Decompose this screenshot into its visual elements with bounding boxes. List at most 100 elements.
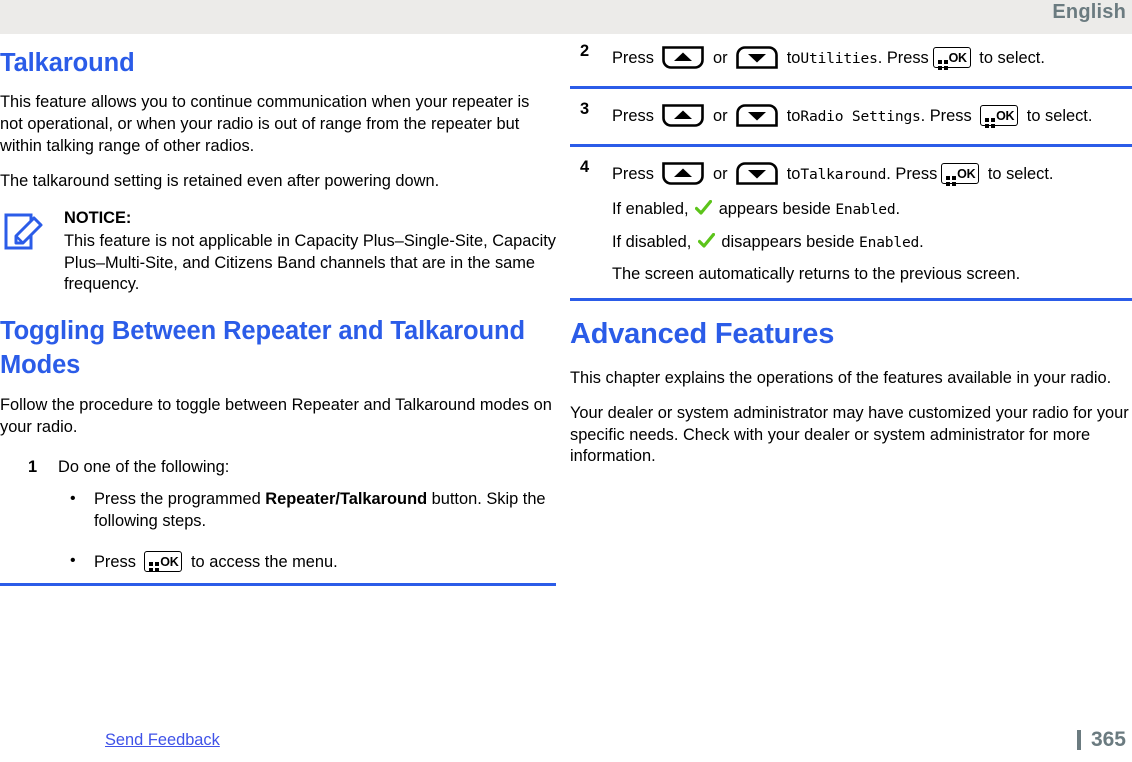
header-language-label: English xyxy=(1052,1,1126,23)
ok-key-icon: OK xyxy=(144,550,183,572)
toggling-intro-paragraph: Follow the procedure to toggle between R… xyxy=(0,396,552,437)
page-number: 365 xyxy=(1090,728,1126,751)
step-3-period: . xyxy=(920,106,926,125)
notice-title: NOTICE: xyxy=(64,209,132,228)
document-page: English Talkaround This feature allows y… xyxy=(0,0,1132,762)
step-2: 2 Press or toUtilities. Press OK to sele… xyxy=(570,42,1132,86)
step-4-note: The screen automatically returns to the … xyxy=(612,265,1021,284)
step-1-text: Do one of the following: xyxy=(58,458,230,477)
step-4-text: Press or toTalkaround. Press OK to selec… xyxy=(612,162,1132,188)
ok-key-label: OK xyxy=(957,166,976,181)
enabled-prefix: If enabled, xyxy=(612,199,689,218)
talkaround-paragraph-1: This feature allows you to continue comm… xyxy=(0,93,530,155)
step-4-tail: to select. xyxy=(987,164,1054,183)
bullet-2-suffix: to access the menu. xyxy=(186,552,338,571)
ok-key-label: OK xyxy=(160,554,179,569)
disabled-prefix: If disabled, xyxy=(612,232,692,251)
page-header-band xyxy=(0,0,1132,34)
step-1-number: 1 xyxy=(28,458,38,477)
enabled-middle: appears beside xyxy=(718,199,831,218)
disabled-middle: disappears beside xyxy=(721,232,855,251)
step-3: 3 Press or toRadio Settings. Press OK to… xyxy=(570,100,1132,144)
menu-item-talkaround: Talkaround xyxy=(800,165,887,183)
step-1-bullet-1: • Press the programmed Repeater/Talkarou… xyxy=(58,489,556,533)
ok-key-icon: OK xyxy=(941,162,980,186)
step-1: 1 Do one of the following: • Press the p… xyxy=(0,457,556,573)
step-3-divider xyxy=(570,143,1132,147)
step-3-number: 3 xyxy=(580,99,590,118)
menu-item-radio-settings: Radio Settings xyxy=(800,107,921,125)
chapter-paragraph-1: This chapter explains the operations of … xyxy=(570,369,1112,387)
ok-key-label: OK xyxy=(996,108,1015,123)
press-label: Press xyxy=(612,164,654,183)
menu-grid-icon xyxy=(149,557,160,572)
menu-value-enabled: Enabled xyxy=(859,233,920,251)
notice-text: This feature is not applicable in Capaci… xyxy=(64,231,556,294)
step-2-number: 2 xyxy=(580,42,590,60)
enabled-suffix: . xyxy=(895,199,901,218)
step-4-disabled-line: If disabled, disappears beside Enabled. xyxy=(612,232,1132,254)
down-arrow-key-icon xyxy=(736,162,778,185)
press-label-2: Press xyxy=(886,49,929,67)
step-2-divider xyxy=(570,85,1132,89)
bullet-2-prefix: Press xyxy=(94,552,141,571)
press-label: Press xyxy=(612,106,654,125)
step-4-divider xyxy=(570,298,1132,302)
notice-body: NOTICE: This feature is not applicable i… xyxy=(64,208,556,296)
up-arrow-key-icon xyxy=(662,104,705,127)
step-2-text: Press or toUtilities. Press OK to select… xyxy=(612,46,1132,72)
menu-value-enabled: Enabled xyxy=(835,200,896,218)
step-4-enabled-line: If enabled, appears beside Enabled. xyxy=(612,199,1132,221)
down-arrow-key-icon xyxy=(736,104,778,127)
green-check-icon xyxy=(695,199,713,216)
page-title: Talkaround xyxy=(0,49,135,77)
procedure-step-list: 1 Do one of the following: • Press the p… xyxy=(0,457,556,573)
press-label-2: Press xyxy=(929,106,972,125)
to-label: to xyxy=(786,106,801,125)
notice-block: NOTICE: This feature is not applicable i… xyxy=(0,208,556,296)
down-arrow-key-icon xyxy=(736,46,778,69)
page-number-tick xyxy=(1076,730,1081,750)
left-column-divider xyxy=(0,583,556,587)
menu-item-utilities: Utilities xyxy=(800,50,878,67)
talkaround-paragraph-2: The talkaround setting is retained even … xyxy=(0,171,440,190)
step-1-bullet-list: • Press the programmed Repeater/Talkarou… xyxy=(58,489,556,573)
up-arrow-key-icon xyxy=(662,46,705,69)
send-feedback-link[interactable]: Send Feedback xyxy=(105,731,220,750)
menu-grid-icon xyxy=(937,53,948,70)
press-label-2: Press xyxy=(895,164,938,183)
menu-grid-icon xyxy=(946,169,957,186)
left-column: Talkaround This feature allows you to co… xyxy=(0,46,556,587)
ok-key-icon: OK xyxy=(980,104,1019,128)
or-label: or xyxy=(713,164,728,183)
step-4-number: 4 xyxy=(580,157,590,176)
bullet-dot-icon: • xyxy=(70,489,76,507)
or-label: or xyxy=(713,49,728,67)
bullet-dot-icon: • xyxy=(70,551,76,569)
step-1-bullet-2: • Press OK to access the menu. xyxy=(58,550,556,574)
chapter-title: Advanced Features xyxy=(570,318,835,351)
step-2-tail: to select. xyxy=(979,49,1045,67)
bullet-1-prefix: Press the programmed xyxy=(94,489,266,508)
step-2-period: . xyxy=(877,49,883,67)
repeater-talkaround-button-label: Repeater/Talkaround xyxy=(265,489,428,508)
disabled-suffix: . xyxy=(919,232,924,251)
step-4-period: . xyxy=(886,164,891,183)
to-label: to xyxy=(786,49,801,67)
subsection-title: Toggling Between Repeater and Talkaround… xyxy=(0,317,525,380)
up-arrow-key-icon xyxy=(662,162,705,185)
chapter-paragraph-2: Your dealer or system administrator may … xyxy=(570,403,1129,466)
menu-grid-icon xyxy=(985,111,996,128)
right-column: 2 Press or toUtilities. Press OK to sele… xyxy=(570,42,1132,468)
step-3-tail: to select. xyxy=(1026,106,1093,125)
ok-key-icon: OK xyxy=(932,47,971,70)
step-3-text: Press or toRadio Settings. Press OK to s… xyxy=(612,104,1132,130)
step-4: 4 Press or toTalkaround. Press OK to sel… xyxy=(570,158,1132,298)
or-label: or xyxy=(713,106,728,125)
ok-key-label: OK xyxy=(948,51,967,65)
notice-pencil-icon xyxy=(4,208,44,257)
to-label: to xyxy=(786,164,801,183)
page-number-block: 365 xyxy=(1076,728,1126,752)
press-label: Press xyxy=(612,49,654,67)
green-check-icon xyxy=(697,232,715,249)
